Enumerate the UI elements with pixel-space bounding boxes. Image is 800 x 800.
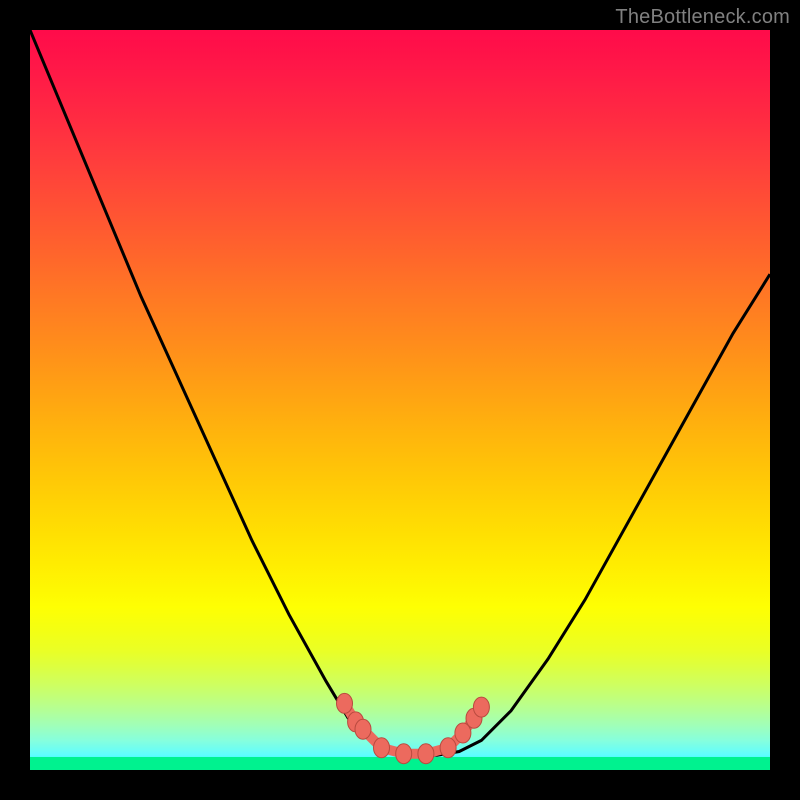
- attribution-text: TheBottleneck.com: [615, 6, 790, 29]
- plot-area: [30, 30, 770, 770]
- chart-frame: TheBottleneck.com: [0, 0, 800, 800]
- green-band: [30, 757, 770, 770]
